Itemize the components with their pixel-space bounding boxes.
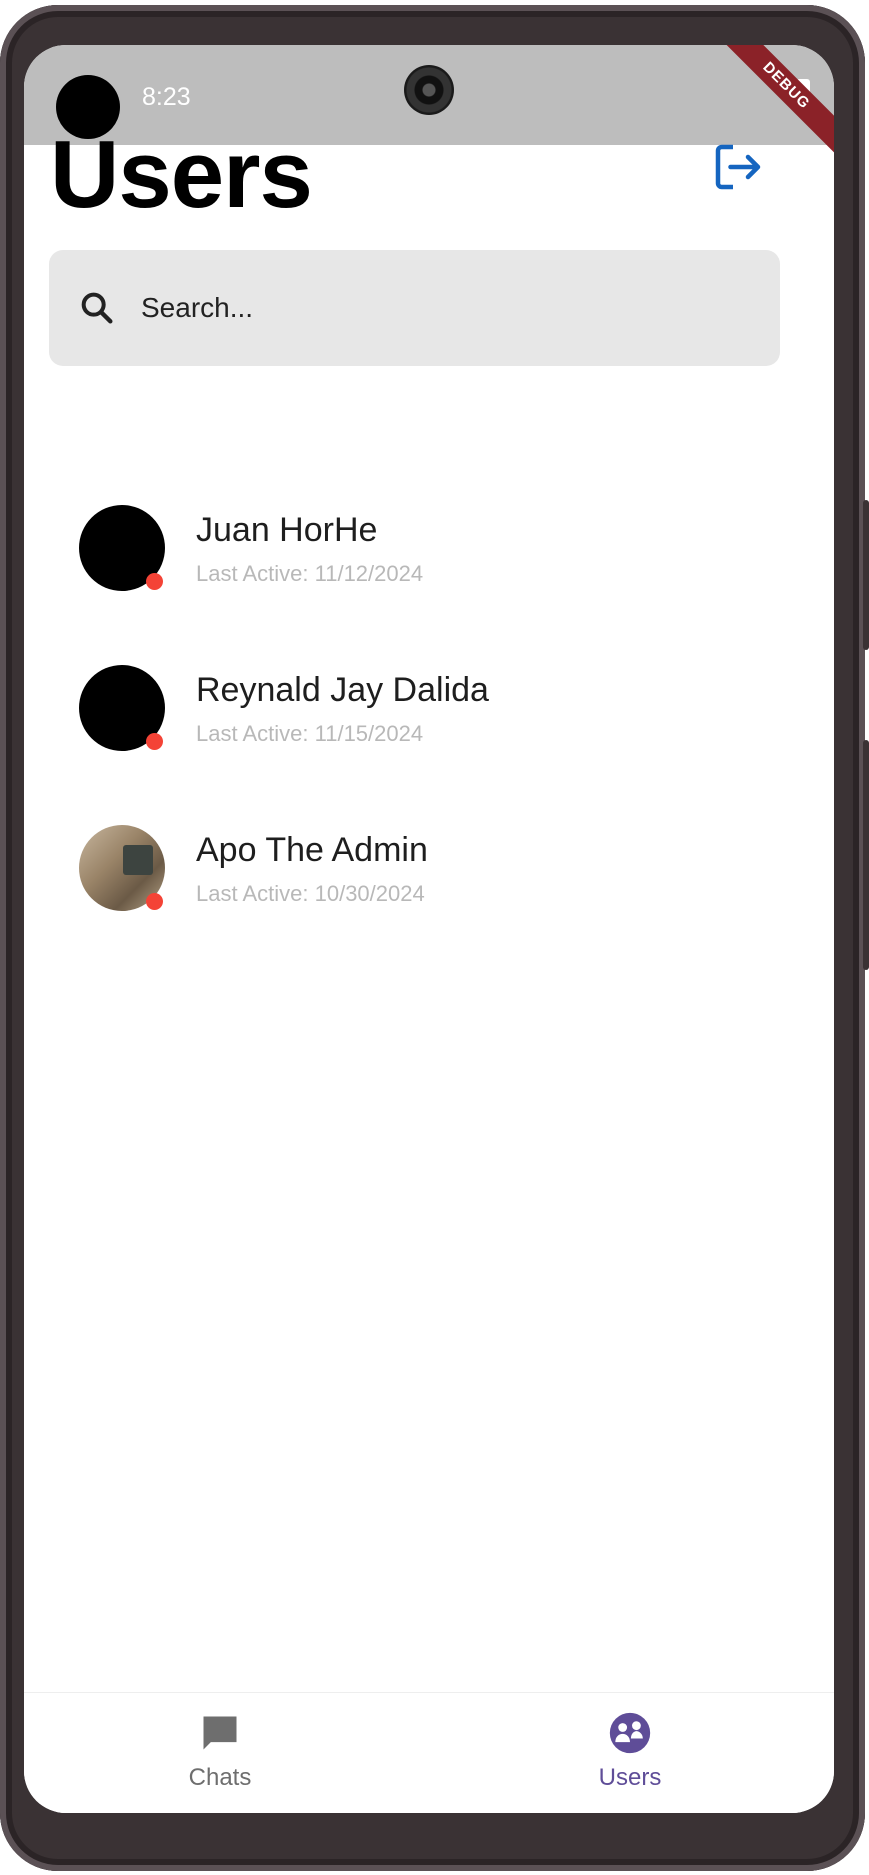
tab-chats-label: Chats (188, 1764, 252, 1791)
offline-status-dot (146, 893, 163, 910)
user-name: Reynald Jay Dalida (196, 671, 489, 709)
list-item[interactable]: Apo The Admin Last Active: 10/30/2024 (24, 825, 834, 945)
tab-chats[interactable]: Chats (140, 1711, 300, 1792)
search-icon (81, 292, 113, 324)
power-button (863, 740, 869, 970)
page-title: Users (50, 121, 313, 228)
tab-users[interactable]: Users (550, 1711, 710, 1792)
logout-icon (715, 144, 761, 190)
volume-button (863, 500, 869, 650)
chat-bubble-icon (203, 1716, 237, 1750)
search-bar[interactable] (49, 250, 780, 366)
list-item[interactable]: Juan HorHe Last Active: 11/12/2024 (24, 505, 834, 625)
last-active: Last Active: 10/30/2024 (196, 881, 425, 906)
search-input[interactable] (139, 291, 703, 325)
last-active: Last Active: 11/15/2024 (196, 721, 424, 746)
users-icon (609, 1712, 651, 1754)
status-time: 8:23 (142, 83, 191, 111)
list-item[interactable]: Reynald Jay Dalida Last Active: 11/15/20… (24, 665, 834, 785)
user-name: Juan HorHe (196, 511, 378, 549)
logout-button[interactable] (708, 137, 768, 197)
tab-users-label: Users (598, 1764, 662, 1791)
app-screen: 8:23 DEBUG Users Juan HorHe Last Active:… (24, 45, 834, 1813)
offline-status-dot (146, 573, 163, 590)
last-active: Last Active: 11/12/2024 (196, 561, 424, 586)
user-name: Apo The Admin (196, 831, 428, 869)
camera-lens (404, 65, 454, 115)
offline-status-dot (146, 733, 163, 750)
bottom-navigation: Chats Users (24, 1692, 834, 1813)
